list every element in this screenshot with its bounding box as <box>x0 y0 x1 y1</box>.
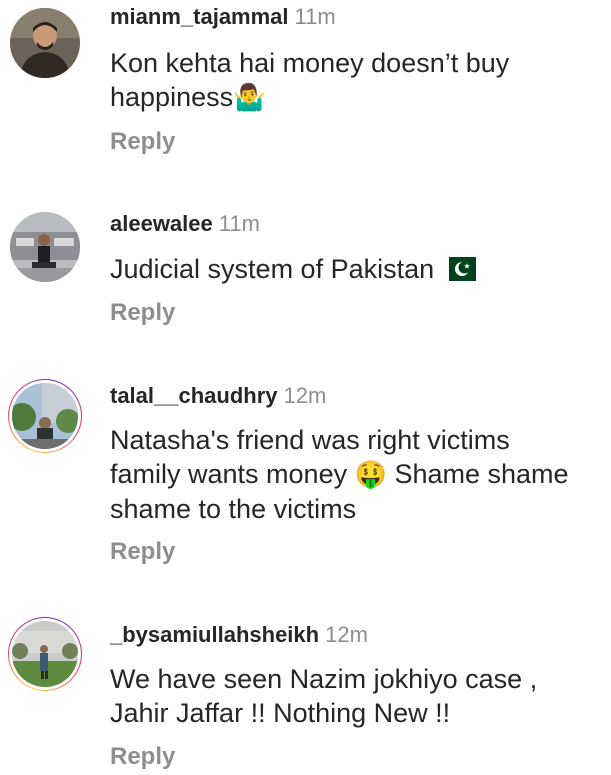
avatar[interactable] <box>8 617 82 691</box>
avatar-image <box>12 621 78 687</box>
comment-text: We have seen Nazim jokhiyo case , Jahir … <box>110 664 538 728</box>
comment-item: _bysamiullahsheikh 12m We have seen Nazim… <box>0 0 611 775</box>
comment-username[interactable]: _bysamiullahsheikh <box>110 622 319 647</box>
reply-button[interactable]: Reply <box>110 743 175 771</box>
comment-timestamp: 12m <box>325 622 368 647</box>
